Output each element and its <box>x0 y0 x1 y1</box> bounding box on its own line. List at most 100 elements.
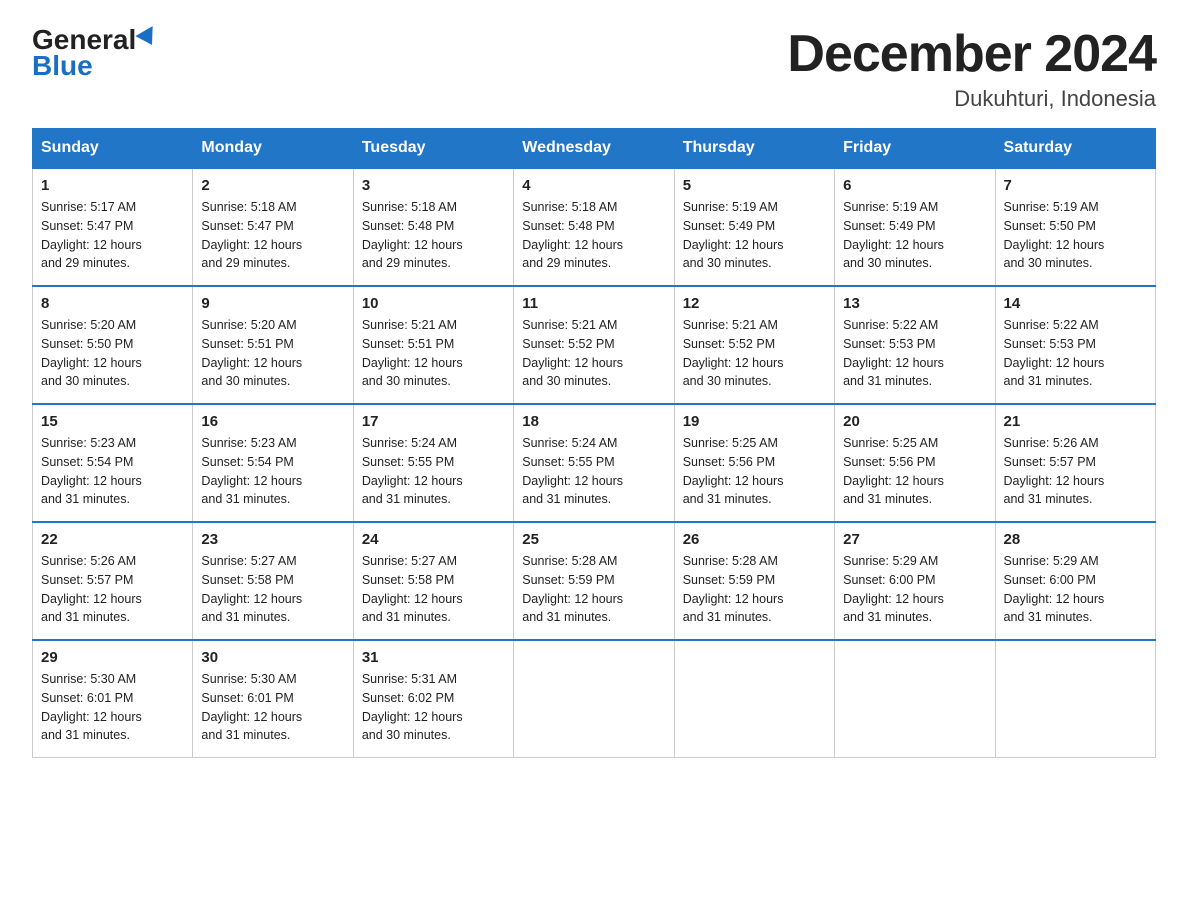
calendar-cell: 1 Sunrise: 5:17 AMSunset: 5:47 PMDaylight… <box>33 168 193 286</box>
week-row-5: 29 Sunrise: 5:30 AMSunset: 6:01 PMDayligh… <box>33 640 1156 758</box>
calendar-cell: 8 Sunrise: 5:20 AMSunset: 5:50 PMDaylight… <box>33 286 193 404</box>
day-number: 12 <box>683 295 826 312</box>
day-info: Sunrise: 5:24 AMSunset: 5:55 PMDaylight:… <box>522 434 665 509</box>
calendar-cell: 24 Sunrise: 5:27 AMSunset: 5:58 PMDayligh… <box>353 522 513 640</box>
calendar-cell <box>674 640 834 758</box>
calendar-cell: 16 Sunrise: 5:23 AMSunset: 5:54 PMDayligh… <box>193 404 353 522</box>
calendar-cell: 14 Sunrise: 5:22 AMSunset: 5:53 PMDayligh… <box>995 286 1155 404</box>
calendar-cell: 5 Sunrise: 5:19 AMSunset: 5:49 PMDaylight… <box>674 168 834 286</box>
calendar-cell: 7Sunrise: 5:19 AMSunset: 5:50 PMDaylight… <box>995 168 1155 286</box>
day-number: 25 <box>522 531 665 548</box>
day-info: Sunrise: 5:17 AMSunset: 5:47 PMDaylight:… <box>41 198 184 273</box>
day-info: Sunrise: 5:26 AMSunset: 5:57 PMDaylight:… <box>1004 434 1147 509</box>
calendar-cell: 29 Sunrise: 5:30 AMSunset: 6:01 PMDayligh… <box>33 640 193 758</box>
calendar-cell: 25 Sunrise: 5:28 AMSunset: 5:59 PMDayligh… <box>514 522 674 640</box>
day-number: 1 <box>41 177 184 194</box>
header-wednesday: Wednesday <box>514 129 674 169</box>
header-sunday: Sunday <box>33 129 193 169</box>
day-number: 11 <box>522 295 665 312</box>
calendar-cell: 30Sunrise: 5:30 AMSunset: 6:01 PMDayligh… <box>193 640 353 758</box>
calendar-cell: 21 Sunrise: 5:26 AMSunset: 5:57 PMDayligh… <box>995 404 1155 522</box>
day-number: 26 <box>683 531 826 548</box>
day-number: 20 <box>843 413 986 430</box>
day-info: Sunrise: 5:21 AMSunset: 5:51 PMDaylight:… <box>362 316 505 391</box>
logo: General Blue <box>32 24 158 82</box>
day-number: 29 <box>41 649 184 666</box>
calendar-cell: 10 Sunrise: 5:21 AMSunset: 5:51 PMDayligh… <box>353 286 513 404</box>
day-info: Sunrise: 5:27 AMSunset: 5:58 PMDaylight:… <box>362 552 505 627</box>
week-row-4: 22 Sunrise: 5:26 AMSunset: 5:57 PMDayligh… <box>33 522 1156 640</box>
day-number: 23 <box>201 531 344 548</box>
day-number: 21 <box>1004 413 1147 430</box>
calendar-cell: 2 Sunrise: 5:18 AMSunset: 5:47 PMDaylight… <box>193 168 353 286</box>
day-number: 28 <box>1004 531 1147 548</box>
day-info: Sunrise: 5:30 AMSunset: 6:01 PMDaylight:… <box>41 670 184 745</box>
day-info: Sunrise: 5:24 AMSunset: 5:55 PMDaylight:… <box>362 434 505 509</box>
day-info: Sunrise: 5:20 AMSunset: 5:51 PMDaylight:… <box>201 316 344 391</box>
calendar-cell: 17 Sunrise: 5:24 AMSunset: 5:55 PMDayligh… <box>353 404 513 522</box>
day-info: Sunrise: 5:26 AMSunset: 5:57 PMDaylight:… <box>41 552 184 627</box>
page-header: General Blue December 2024 Dukuhturi, In… <box>32 24 1156 112</box>
day-info: Sunrise: 5:19 AMSunset: 5:49 PMDaylight:… <box>683 198 826 273</box>
month-title: December 2024 <box>787 24 1156 84</box>
calendar-cell: 18Sunrise: 5:24 AMSunset: 5:55 PMDayligh… <box>514 404 674 522</box>
day-number: 5 <box>683 177 826 194</box>
calendar-header: SundayMondayTuesdayWednesdayThursdayFrid… <box>33 129 1156 169</box>
day-number: 19 <box>683 413 826 430</box>
day-info: Sunrise: 5:21 AMSunset: 5:52 PMDaylight:… <box>522 316 665 391</box>
calendar-cell: 15 Sunrise: 5:23 AMSunset: 5:54 PMDayligh… <box>33 404 193 522</box>
calendar-cell: 22 Sunrise: 5:26 AMSunset: 5:57 PMDayligh… <box>33 522 193 640</box>
day-number: 13 <box>843 295 986 312</box>
day-info: Sunrise: 5:28 AMSunset: 5:59 PMDaylight:… <box>522 552 665 627</box>
day-number: 17 <box>362 413 505 430</box>
day-number: 24 <box>362 531 505 548</box>
calendar-cell: 19Sunrise: 5:25 AMSunset: 5:56 PMDayligh… <box>674 404 834 522</box>
calendar-cell <box>514 640 674 758</box>
day-number: 6 <box>843 177 986 194</box>
header-monday: Monday <box>193 129 353 169</box>
day-info: Sunrise: 5:18 AMSunset: 5:48 PMDaylight:… <box>522 198 665 273</box>
day-info: Sunrise: 5:19 AMSunset: 5:50 PMDaylight:… <box>1004 198 1147 273</box>
day-info: Sunrise: 5:22 AMSunset: 5:53 PMDaylight:… <box>843 316 986 391</box>
day-number: 16 <box>201 413 344 430</box>
day-number: 27 <box>843 531 986 548</box>
calendar-cell: 28 Sunrise: 5:29 AMSunset: 6:00 PMDayligh… <box>995 522 1155 640</box>
day-info: Sunrise: 5:29 AMSunset: 6:00 PMDaylight:… <box>1004 552 1147 627</box>
day-info: Sunrise: 5:19 AMSunset: 5:49 PMDaylight:… <box>843 198 986 273</box>
day-info: Sunrise: 5:27 AMSunset: 5:58 PMDaylight:… <box>201 552 344 627</box>
day-info: Sunrise: 5:31 AMSunset: 6:02 PMDaylight:… <box>362 670 505 745</box>
calendar-cell: 27Sunrise: 5:29 AMSunset: 6:00 PMDayligh… <box>835 522 995 640</box>
calendar-cell: 26 Sunrise: 5:28 AMSunset: 5:59 PMDayligh… <box>674 522 834 640</box>
day-info: Sunrise: 5:18 AMSunset: 5:48 PMDaylight:… <box>362 198 505 273</box>
day-info: Sunrise: 5:23 AMSunset: 5:54 PMDaylight:… <box>201 434 344 509</box>
header-saturday: Saturday <box>995 129 1155 169</box>
day-info: Sunrise: 5:22 AMSunset: 5:53 PMDaylight:… <box>1004 316 1147 391</box>
calendar-cell: 13 Sunrise: 5:22 AMSunset: 5:53 PMDayligh… <box>835 286 995 404</box>
header-thursday: Thursday <box>674 129 834 169</box>
calendar-cell: 20Sunrise: 5:25 AMSunset: 5:56 PMDayligh… <box>835 404 995 522</box>
day-info: Sunrise: 5:18 AMSunset: 5:47 PMDaylight:… <box>201 198 344 273</box>
header-tuesday: Tuesday <box>353 129 513 169</box>
day-number: 2 <box>201 177 344 194</box>
title-block: December 2024 Dukuhturi, Indonesia <box>787 24 1156 112</box>
day-info: Sunrise: 5:20 AMSunset: 5:50 PMDaylight:… <box>41 316 184 391</box>
calendar-cell <box>835 640 995 758</box>
week-row-2: 8 Sunrise: 5:20 AMSunset: 5:50 PMDaylight… <box>33 286 1156 404</box>
day-info: Sunrise: 5:28 AMSunset: 5:59 PMDaylight:… <box>683 552 826 627</box>
day-number: 3 <box>362 177 505 194</box>
day-number: 31 <box>362 649 505 666</box>
day-number: 14 <box>1004 295 1147 312</box>
week-row-3: 15 Sunrise: 5:23 AMSunset: 5:54 PMDayligh… <box>33 404 1156 522</box>
day-info: Sunrise: 5:23 AMSunset: 5:54 PMDaylight:… <box>41 434 184 509</box>
day-number: 4 <box>522 177 665 194</box>
day-info: Sunrise: 5:21 AMSunset: 5:52 PMDaylight:… <box>683 316 826 391</box>
calendar-cell: 4 Sunrise: 5:18 AMSunset: 5:48 PMDaylight… <box>514 168 674 286</box>
day-info: Sunrise: 5:30 AMSunset: 6:01 PMDaylight:… <box>201 670 344 745</box>
calendar-cell: 12 Sunrise: 5:21 AMSunset: 5:52 PMDayligh… <box>674 286 834 404</box>
day-number: 10 <box>362 295 505 312</box>
calendar-cell: 3 Sunrise: 5:18 AMSunset: 5:48 PMDaylight… <box>353 168 513 286</box>
calendar-body: 1 Sunrise: 5:17 AMSunset: 5:47 PMDaylight… <box>33 168 1156 758</box>
day-number: 8 <box>41 295 184 312</box>
day-number: 22 <box>41 531 184 548</box>
day-number: 15 <box>41 413 184 430</box>
